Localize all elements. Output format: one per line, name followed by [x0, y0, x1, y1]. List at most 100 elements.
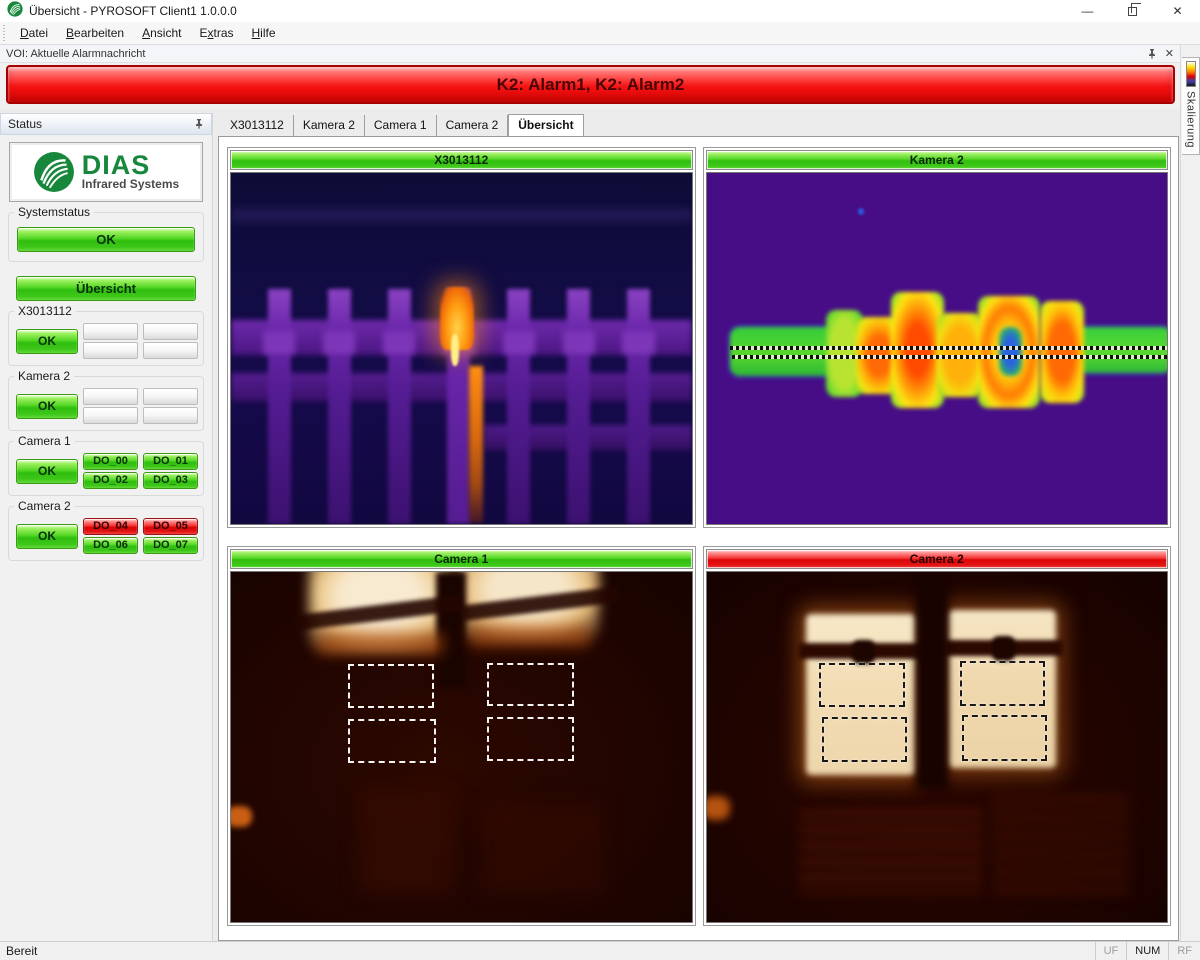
- busbar-vertical: [268, 289, 291, 524]
- window-latch: [992, 636, 1015, 661]
- dias-logo: DIAS Infrared Systems: [9, 142, 203, 202]
- menu-hilfe[interactable]: Hilfe: [243, 23, 285, 43]
- main-area: X3013112 Kamera 2 Camera 1 Camera 2 Über…: [218, 113, 1180, 941]
- status-bar: Bereit UF NUM RF: [0, 941, 1200, 960]
- sidebar-group-x3013112: X3013112 OK: [8, 311, 204, 366]
- do-indicator-04[interactable]: DO_04: [83, 518, 138, 535]
- panel-header-x3013112: X3013112: [230, 150, 693, 170]
- wall-pillar: [916, 572, 948, 789]
- warm-rim: [318, 633, 442, 654]
- camera2-ok-button[interactable]: OK: [16, 524, 78, 549]
- busbar-vertical: [507, 289, 530, 524]
- dias-logo-subtitle: Infrared Systems: [82, 177, 179, 191]
- thermal-image-x3013112[interactable]: [230, 172, 693, 525]
- sidebar-header: Status: [0, 113, 212, 135]
- indicator-num: NUM: [1126, 942, 1168, 960]
- roi-rectangle: [819, 663, 904, 708]
- do-indicator-blank[interactable]: [83, 388, 138, 405]
- tab-camera2[interactable]: Camera 2: [437, 115, 509, 136]
- roi-rectangle: [822, 717, 907, 762]
- roi-rectangle: [962, 715, 1047, 761]
- do-indicator-06[interactable]: DO_06: [83, 537, 138, 554]
- pin-icon[interactable]: [1147, 49, 1157, 59]
- restore-icon: [1128, 7, 1137, 16]
- dias-logo-text: DIAS: [82, 153, 179, 177]
- do-indicator-03[interactable]: DO_03: [143, 472, 198, 489]
- do-indicator-blank[interactable]: [143, 388, 198, 405]
- panel-header-camera1: Camera 1: [230, 549, 693, 569]
- sidebar-title: Status: [8, 117, 42, 131]
- tab-kamera2[interactable]: Kamera 2: [294, 115, 365, 136]
- sidebar-group-camera2: Camera 2 OK DO_04 DO_05 DO_06 DO_07: [8, 506, 204, 561]
- status-sidebar: Status DIAS Infrared Systems Systemstatu…: [0, 113, 213, 941]
- camera-tabstrip: X3013112 Kamera 2 Camera 1 Camera 2 Über…: [218, 113, 1180, 136]
- sidebar-group-camera1: Camera 1 OK DO_00 DO_01 DO_02 DO_03: [8, 441, 204, 496]
- warm-spot: [230, 806, 252, 827]
- busbar-vertical: [567, 289, 590, 524]
- status-ready-text: Bereit: [0, 944, 37, 958]
- do-indicator-05[interactable]: DO_05: [143, 518, 198, 535]
- thermal-image-camera1[interactable]: [230, 571, 693, 924]
- camera1-ok-button[interactable]: OK: [16, 459, 78, 484]
- thermal-image-camera2[interactable]: [706, 571, 1169, 924]
- measurement-line-band: [730, 346, 1167, 359]
- do-indicator-blank[interactable]: [83, 342, 138, 359]
- do-indicator-00[interactable]: DO_00: [83, 453, 138, 470]
- systemstatus-group: Systemstatus OK: [8, 212, 204, 262]
- menu-ansicht[interactable]: Ansicht: [133, 23, 190, 43]
- warm-spot: [706, 796, 730, 821]
- warm-rim: [470, 626, 590, 647]
- roi-rectangle: [487, 663, 574, 707]
- floor-structure: [799, 810, 983, 894]
- x3013112-ok-button[interactable]: OK: [16, 329, 78, 354]
- tab-uebersicht[interactable]: Übersicht: [508, 114, 583, 136]
- panel-header-camera2: Camera 2: [706, 549, 1169, 569]
- title-bar: Übersicht - PYROSOFT Client1 1.0.0.0 — ✕: [0, 0, 1200, 22]
- menu-bearbeiten[interactable]: Bearbeiten: [57, 23, 133, 43]
- skalierung-tab-label: Skalierung: [1185, 91, 1197, 148]
- faint-structure: [231, 208, 692, 222]
- menu-extras[interactable]: Extras: [190, 23, 242, 43]
- panel-kamera2: Kamera 2: [703, 147, 1172, 528]
- group-label: Kamera 2: [14, 369, 74, 383]
- minimize-button[interactable]: —: [1065, 0, 1110, 22]
- do-indicator-blank[interactable]: [83, 407, 138, 424]
- alarm-area: K2: Alarm1, K2: Alarm2: [0, 63, 1180, 109]
- group-label: Systemstatus: [14, 205, 94, 219]
- panel-camera2: Camera 2: [703, 546, 1172, 927]
- menu-bar: Datei Bearbeiten Ansicht Extras Hilfe: [0, 22, 1200, 45]
- tab-camera1[interactable]: Camera 1: [365, 115, 437, 136]
- alarm-banner: K2: Alarm1, K2: Alarm2: [6, 65, 1175, 104]
- alarm-dock-header: VOI: Aktuelle Alarmnachricht ✕: [0, 45, 1180, 63]
- busbar-vertical: [627, 289, 650, 524]
- do-indicator-blank[interactable]: [83, 323, 138, 340]
- tab-x3013112[interactable]: X3013112: [221, 115, 294, 136]
- do-indicator-blank[interactable]: [143, 342, 198, 359]
- skalierung-tab[interactable]: Skalierung: [1182, 57, 1200, 155]
- panel-header-kamera2: Kamera 2: [706, 150, 1169, 170]
- application-window: Übersicht - PYROSOFT Client1 1.0.0.0 — ✕…: [0, 0, 1200, 960]
- thermal-image-kamera2[interactable]: [706, 172, 1169, 525]
- busbar-vertical: [388, 289, 411, 524]
- do-indicator-02[interactable]: DO_02: [83, 472, 138, 489]
- pin-icon[interactable]: [194, 119, 204, 129]
- roi-rectangle: [348, 719, 435, 763]
- restore-button[interactable]: [1110, 0, 1155, 22]
- floor-structure: [992, 796, 1130, 894]
- do-indicator-blank[interactable]: [143, 323, 198, 340]
- sidebar-group-kamera2: Kamera 2 OK: [8, 376, 204, 431]
- kamera2-ok-button[interactable]: OK: [16, 394, 78, 419]
- window-latch: [852, 640, 875, 665]
- window-title: Übersicht - PYROSOFT Client1 1.0.0.0: [29, 4, 237, 18]
- uebersicht-button[interactable]: Übersicht: [16, 276, 196, 301]
- hotspot-core: [451, 334, 459, 366]
- systemstatus-ok-button[interactable]: OK: [17, 227, 195, 252]
- do-indicator-blank[interactable]: [143, 407, 198, 424]
- roi-rectangle: [348, 664, 433, 708]
- menu-datei[interactable]: Datei: [11, 23, 57, 43]
- toolbar-grip[interactable]: [3, 25, 5, 41]
- close-button[interactable]: ✕: [1155, 0, 1200, 22]
- close-panel-icon[interactable]: ✕: [1165, 47, 1174, 60]
- do-indicator-01[interactable]: DO_01: [143, 453, 198, 470]
- do-indicator-07[interactable]: DO_07: [143, 537, 198, 554]
